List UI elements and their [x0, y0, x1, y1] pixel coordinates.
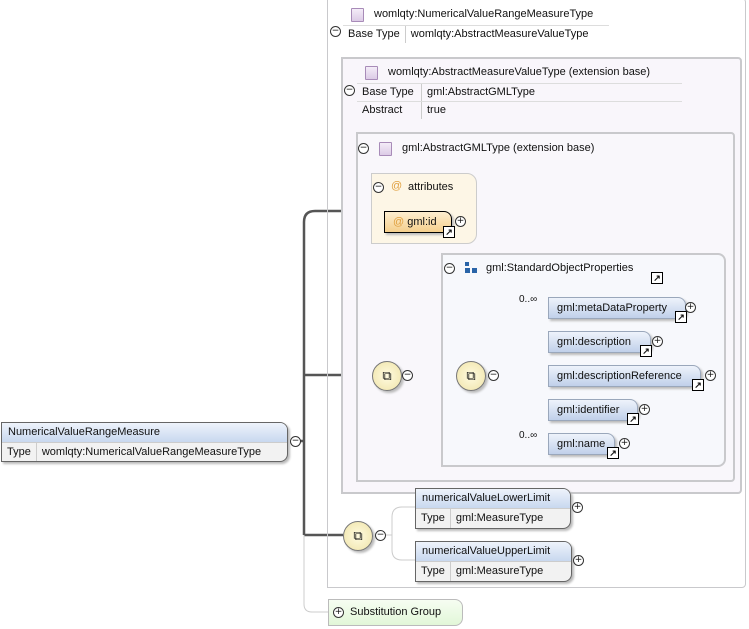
- collapse-icon[interactable]: −: [373, 182, 384, 193]
- collapse-icon[interactable]: −: [375, 530, 386, 541]
- abstract-value: true: [427, 104, 446, 116]
- collapse-icon[interactable]: −: [402, 370, 413, 381]
- base-type-value: gml:AbstractGMLType: [427, 86, 535, 98]
- attributes-label: attributes: [408, 181, 454, 193]
- expand-icon[interactable]: +: [333, 607, 344, 618]
- goto-icon[interactable]: ↗: [607, 447, 619, 459]
- element-descriptionreference[interactable]: gml:descriptionReference: [548, 365, 701, 387]
- expand-icon[interactable]: +: [639, 404, 650, 415]
- extension-name: womlqty:AbstractMeasureValueType (extens…: [388, 66, 651, 78]
- abstract-row: Abstract true: [357, 101, 682, 119]
- attribute-gml-id[interactable]: @ gml:id: [384, 211, 452, 233]
- base-type-label: Base Type: [357, 84, 422, 101]
- element-numericalvalueupperlimit[interactable]: numericalValueUpperLimit Type gml:Measure…: [415, 541, 572, 582]
- goto-icon[interactable]: ↗: [640, 345, 652, 357]
- type-label: Type: [416, 562, 451, 581]
- group-name: gml:StandardObjectProperties: [486, 262, 634, 274]
- sequence-icon[interactable]: ⧉: [372, 361, 402, 391]
- attribute-icon: @: [393, 216, 405, 228]
- collapse-icon[interactable]: −: [330, 26, 341, 37]
- collapse-icon[interactable]: −: [358, 143, 369, 154]
- abstract-label: Abstract: [357, 102, 422, 119]
- expand-icon[interactable]: +: [652, 336, 663, 347]
- expand-icon[interactable]: +: [455, 216, 466, 227]
- type-label: Type: [416, 509, 451, 528]
- expand-icon[interactable]: +: [573, 555, 584, 566]
- element-description[interactable]: gml:description: [548, 331, 651, 353]
- goto-icon[interactable]: ↗: [675, 311, 687, 323]
- base-type-row: Base Type gml:AbstractGMLType: [357, 83, 682, 101]
- element-name: numericalValueLowerLimit: [416, 489, 570, 508]
- expand-icon[interactable]: +: [572, 502, 583, 513]
- goto-icon[interactable]: ↗: [651, 272, 663, 284]
- root-element[interactable]: NumericalValueRangeMeasure Type womlqty:N…: [1, 422, 288, 462]
- expand-icon[interactable]: +: [619, 438, 630, 449]
- type-label: Type: [2, 443, 37, 461]
- collapse-icon[interactable]: −: [344, 85, 355, 96]
- group-icon: [465, 262, 477, 274]
- attribute-name: gml:id: [407, 216, 437, 228]
- type-value: gml:MeasureType: [455, 565, 544, 577]
- sequence-icon[interactable]: ⧉: [456, 361, 486, 391]
- collapse-icon[interactable]: −: [444, 263, 455, 274]
- occurrence-label: 0..∞: [519, 294, 538, 305]
- complex-type-icon: [351, 8, 364, 22]
- complex-type-name: womlqty:NumericalValueRangeMeasureType: [374, 8, 594, 20]
- collapse-icon[interactable]: −: [488, 370, 499, 381]
- base-type-row: Base Type womlqty:AbstractMeasureValueTyp…: [343, 25, 609, 43]
- expand-icon[interactable]: +: [705, 370, 716, 381]
- attribute-icon: @: [391, 180, 403, 192]
- goto-icon[interactable]: ↗: [627, 413, 639, 425]
- root-element-name: NumericalValueRangeMeasure: [2, 423, 287, 442]
- complex-type-icon: [379, 142, 392, 156]
- extension-name: gml:AbstractGMLType (extension base): [402, 142, 595, 154]
- element-name: gml:name: [557, 438, 606, 450]
- element-name: gml:identifier: [557, 404, 620, 416]
- type-value: womlqty:NumericalValueRangeMeasureType: [41, 446, 262, 458]
- element-numericalvaluelowerlimit[interactable]: numericalValueLowerLimit Type gml:Measure…: [415, 488, 571, 529]
- complex-type-icon: [365, 66, 378, 80]
- occurrence-label: 0..∞: [519, 430, 538, 441]
- base-type-value: womlqty:AbstractMeasureValueType: [410, 28, 589, 40]
- element-name: gml:description: [557, 336, 631, 348]
- element-name[interactable]: gml:name: [548, 433, 615, 455]
- substitution-group[interactable]: + Substitution Group: [328, 599, 463, 626]
- element-identifier[interactable]: gml:identifier: [548, 399, 638, 421]
- element-name: gml:descriptionReference: [557, 370, 682, 382]
- substitution-group-label: Substitution Group: [350, 606, 442, 618]
- expand-icon[interactable]: +: [685, 302, 696, 313]
- goto-icon[interactable]: ↗: [692, 379, 704, 391]
- element-name: gml:metaDataProperty: [557, 302, 668, 314]
- sequence-icon[interactable]: ⧉: [343, 521, 373, 551]
- goto-icon[interactable]: ↗: [443, 226, 455, 238]
- collapse-icon[interactable]: −: [290, 436, 301, 447]
- element-metadataproperty[interactable]: gml:metaDataProperty: [548, 297, 686, 319]
- element-name: numericalValueUpperLimit: [416, 542, 571, 561]
- type-value: gml:MeasureType: [455, 512, 544, 524]
- base-type-label: Base Type: [343, 26, 406, 43]
